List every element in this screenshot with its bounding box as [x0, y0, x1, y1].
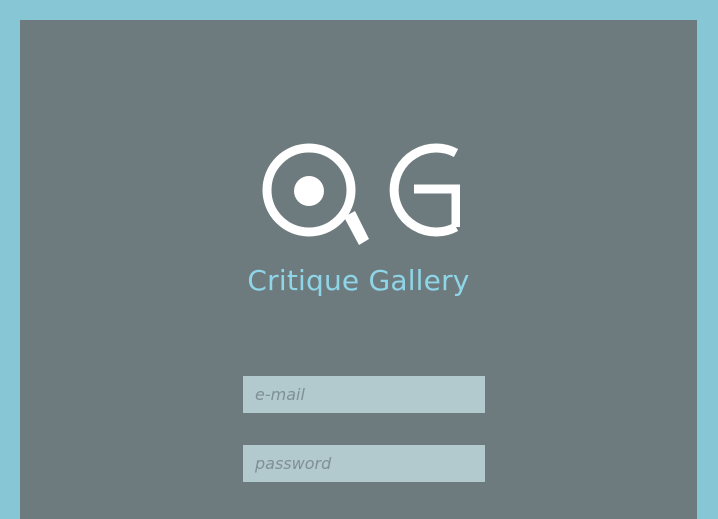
- password-input[interactable]: [243, 445, 485, 482]
- critique-gallery-logo-icon: [262, 143, 460, 245]
- login-panel: Critique Gallery: [20, 20, 697, 519]
- brand-name: Critique Gallery: [247, 264, 470, 297]
- email-input[interactable]: [243, 376, 485, 413]
